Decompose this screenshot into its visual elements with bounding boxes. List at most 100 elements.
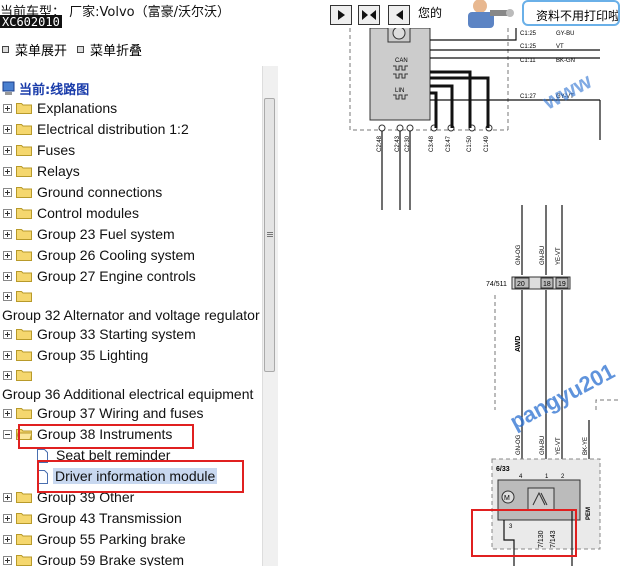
tree-item-folder-empty-1[interactable] xyxy=(0,286,260,307)
motor-symbol: M xyxy=(504,495,510,502)
tree-item-control-modules[interactable]: Control modules xyxy=(0,203,260,224)
wire-label-ye-vt: YE-VT xyxy=(556,247,562,265)
right-conn-4: C1:27 xyxy=(520,94,537,100)
expand-toggle-icon[interactable] xyxy=(3,104,12,113)
folder-icon xyxy=(16,271,32,282)
folder-icon xyxy=(16,370,32,381)
wire-label-gn-bu: GN-BU xyxy=(540,246,546,265)
wire-label-lower-4: BK-YE xyxy=(583,437,589,455)
wire-label-lower-1: GN-OG xyxy=(516,434,522,455)
tree-item-label: Explanations xyxy=(37,100,118,116)
wire-color-gy-bu: GY-BU xyxy=(556,31,574,37)
tree-item-group-33[interactable]: Group 33 Starting system xyxy=(0,324,260,345)
expand-toggle-icon[interactable] xyxy=(3,251,12,260)
ad-text-2: 资料不用打印啦 xyxy=(536,9,620,23)
conn-pin-20: 20 xyxy=(517,281,525,288)
pem-label: PEM xyxy=(586,507,592,520)
tree-panel: 菜单展开 菜单折叠 当前:线路图 Explanations Electrical… xyxy=(0,28,278,566)
expand-icon xyxy=(362,10,376,20)
wire-label-lower-3: YE-VT xyxy=(556,437,562,455)
next-page-button[interactable] xyxy=(388,5,410,25)
right-conn-1: C1:25 xyxy=(520,31,537,37)
scrollbar-thumb[interactable] xyxy=(264,98,275,372)
scrollbar-grip xyxy=(267,232,273,233)
expand-toggle-icon[interactable] xyxy=(3,272,12,281)
tree-item-relays[interactable]: Relays xyxy=(0,161,260,182)
highlight-box-group-38 xyxy=(18,424,194,449)
pin-label-4: C3:48 xyxy=(429,135,435,152)
tree-item-group-37[interactable]: Group 37 Wiring and fuses xyxy=(0,403,260,424)
tree-item-ground-connections[interactable]: Ground connections xyxy=(0,182,260,203)
expand-toggle-icon[interactable] xyxy=(3,146,12,155)
folder-icon xyxy=(16,534,32,545)
right-conn-3: C1:11 xyxy=(520,58,536,64)
tree-root[interactable]: 当前:线路图 xyxy=(2,79,89,98)
folder-icon xyxy=(16,103,32,114)
lin-label: LIN xyxy=(395,88,404,94)
tree-item-group-43[interactable]: Group 43 Transmission xyxy=(0,508,260,529)
tree-item-folder-empty-2[interactable] xyxy=(0,365,260,386)
expand-toggle-icon[interactable] xyxy=(3,125,12,134)
awd-label: AWD xyxy=(515,336,522,352)
collapse-toggle-icon[interactable] xyxy=(3,430,12,439)
folder-icon xyxy=(16,145,32,156)
can-label: CAN xyxy=(395,58,408,64)
expand-toggle-icon[interactable] xyxy=(3,209,12,218)
menu-toolbar: 菜单展开 菜单折叠 xyxy=(2,40,142,59)
tree-item-group-32[interactable]: Group 32 Alternator and voltage regulato… xyxy=(0,305,262,326)
folder-icon xyxy=(16,492,32,503)
fit-width-button[interactable] xyxy=(358,5,380,25)
square-icon xyxy=(2,46,9,53)
tree-item-group-36[interactable]: Group 36 Additional electrical equipment xyxy=(0,384,262,405)
vehicle-id: XC602010 xyxy=(0,15,62,28)
right-conn-2: C1:25 xyxy=(520,44,537,50)
arrow-right-icon xyxy=(338,10,345,20)
tree-item-label: Group 59 Brake system xyxy=(37,552,185,566)
tree-item-fuses[interactable]: Fuses xyxy=(0,140,260,161)
expand-toggle-icon[interactable] xyxy=(3,409,12,418)
expand-toggle-icon[interactable] xyxy=(3,292,12,301)
expand-toggle-icon[interactable] xyxy=(3,535,12,544)
tree-item-group-35[interactable]: Group 35 Lighting xyxy=(0,345,260,366)
tree-item-group-55[interactable]: Group 55 Parking brake xyxy=(0,529,260,550)
expand-toggle-icon[interactable] xyxy=(3,351,12,360)
expand-toggle-icon[interactable] xyxy=(3,167,12,176)
prev-page-button[interactable] xyxy=(330,5,352,25)
folder-icon xyxy=(16,350,32,361)
conn-pin-18: 18 xyxy=(543,281,551,288)
expand-toggle-icon[interactable] xyxy=(3,514,12,523)
conn-pin-19: 19 xyxy=(558,281,566,288)
pin-label-1: C2:48 xyxy=(377,135,383,152)
expand-toggle-icon[interactable] xyxy=(3,188,12,197)
tree-item-label: Group 23 Fuel system xyxy=(37,226,175,242)
tree-item-group-26[interactable]: Group 26 Cooling system xyxy=(0,245,260,266)
pin-label-6: C1:50 xyxy=(467,135,473,152)
ad-banner[interactable]: 资料不用打印啦 xyxy=(522,0,620,26)
wire-label-lower-2: GN-BU xyxy=(540,436,546,455)
wiring-diagram-panel: CAN LIN C1:25 GY-BU C1:25 VT C1:11 BK-GN… xyxy=(278,28,620,566)
tree-item-electrical-distribution[interactable]: Electrical distribution 1:2 xyxy=(0,119,260,140)
ad-text-1: 您的 xyxy=(418,6,443,20)
tree-item-group-27[interactable]: Group 27 Engine controls xyxy=(0,266,260,287)
expand-toggle-icon[interactable] xyxy=(3,493,12,502)
tree-item-label: Group 37 Wiring and fuses xyxy=(37,405,204,421)
tree-item-label: Group 35 Lighting xyxy=(37,347,149,363)
ground-label-1: 7/130 xyxy=(538,530,545,548)
tree-item-label: Electrical distribution 1:2 xyxy=(37,121,189,137)
expand-toggle-icon[interactable] xyxy=(3,330,12,339)
tree-item-group-23[interactable]: Group 23 Fuel system xyxy=(0,224,260,245)
wire-color-bk-gn: BK-GN xyxy=(556,58,575,64)
tree-item-group-59[interactable]: Group 59 Brake system xyxy=(0,550,260,566)
expand-toggle-icon[interactable] xyxy=(3,371,12,380)
tree-item-label: Group 32 Alternator and voltage regulato… xyxy=(2,307,260,323)
expand-toggle-icon[interactable] xyxy=(3,556,12,565)
tree-item-label: Group 33 Starting system xyxy=(37,326,196,342)
folder-icon xyxy=(16,208,32,219)
tree-item-explanations[interactable]: Explanations xyxy=(0,98,260,119)
expand-toggle-icon[interactable] xyxy=(3,230,12,239)
collapse-menu-button[interactable]: 菜单折叠 xyxy=(77,40,142,59)
tree-item-label: Group 27 Engine controls xyxy=(37,268,196,284)
tree-item-label: Group 36 Additional electrical equipment xyxy=(2,386,254,402)
highlight-box-driver-info xyxy=(37,460,244,493)
expand-menu-button[interactable]: 菜单展开 xyxy=(2,40,67,59)
